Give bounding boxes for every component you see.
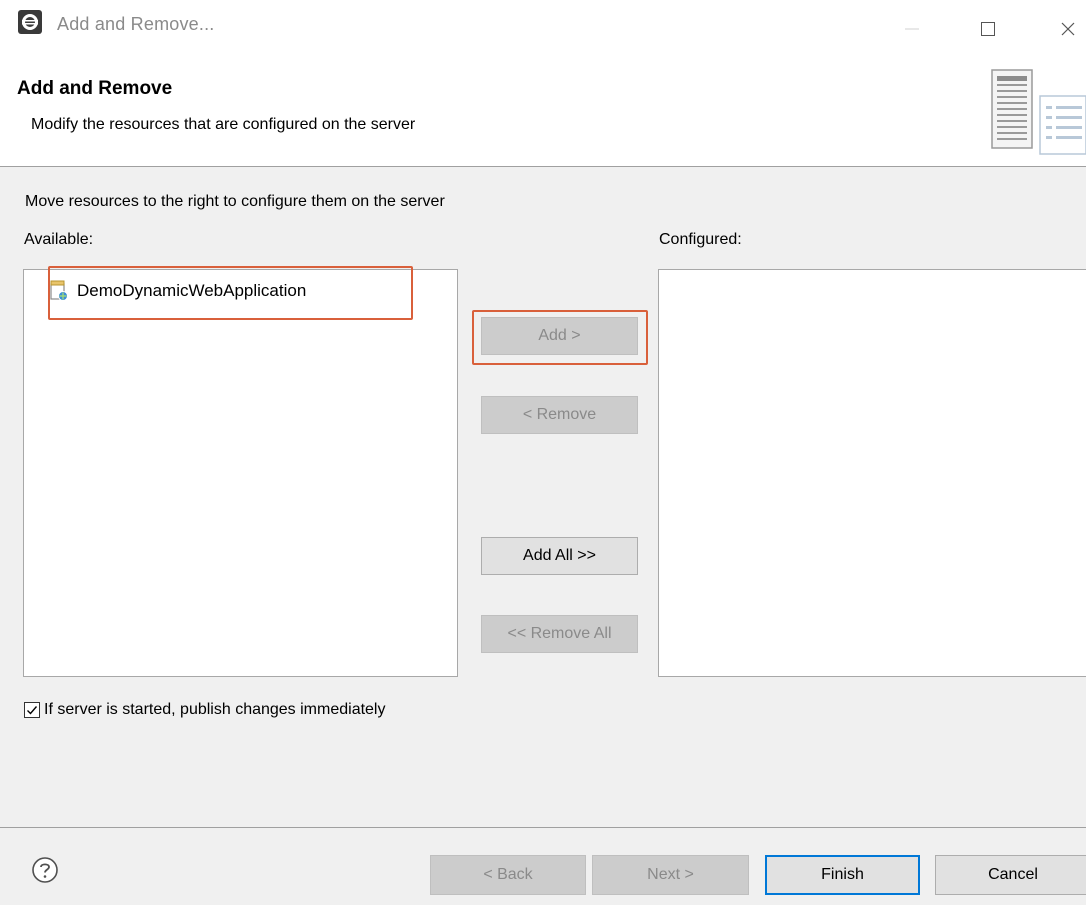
available-label: Available: [24, 231, 94, 248]
page-title: Add and Remove [17, 78, 173, 99]
window-title: Add and Remove... [57, 14, 215, 34]
publish-checkbox-row[interactable]: If server is started, publish changes im… [24, 698, 385, 722]
configured-label: Configured: [659, 231, 742, 248]
eclipse-app-icon [18, 10, 42, 34]
checkmark-icon [27, 706, 38, 715]
footer-divider [0, 827, 1086, 828]
web-project-icon [50, 280, 68, 301]
minimize-icon [905, 28, 919, 30]
maximize-icon [981, 22, 995, 36]
maximize-button[interactable] [962, 0, 1014, 58]
configured-list[interactable] [658, 269, 1086, 677]
server-icon [991, 69, 1086, 155]
page-description: Modify the resources that are configured… [31, 116, 416, 133]
add-button[interactable]: Add > [481, 317, 638, 355]
close-button[interactable] [1050, 0, 1086, 58]
remove-button[interactable]: < Remove [481, 396, 638, 434]
remove-all-button[interactable]: << Remove All [481, 615, 638, 653]
cancel-button[interactable]: Cancel [935, 855, 1086, 895]
add-all-button[interactable]: Add All >> [481, 537, 638, 575]
minimize-button[interactable] [886, 0, 938, 58]
next-button[interactable]: Next > [592, 855, 749, 895]
finish-button[interactable]: Finish [765, 855, 920, 895]
back-button[interactable]: < Back [430, 855, 586, 895]
header-banner: Add and Remove Modify the resources that… [0, 58, 1086, 167]
instruction-text: Move resources to the right to configure… [25, 193, 445, 210]
available-list[interactable]: DemoDynamicWebApplication [23, 269, 458, 677]
list-item-label: DemoDynamicWebApplication [77, 281, 307, 300]
list-item[interactable]: DemoDynamicWebApplication [49, 276, 306, 306]
add-remove-dialog: Add and Remove... Add and Remove Modify … [0, 0, 1086, 905]
publish-checkbox[interactable] [24, 702, 40, 718]
help-icon[interactable] [31, 856, 59, 884]
title-bar: Add and Remove... [0, 0, 1086, 58]
publish-checkbox-label: If server is started, publish changes im… [44, 701, 386, 718]
close-icon [1061, 22, 1075, 36]
